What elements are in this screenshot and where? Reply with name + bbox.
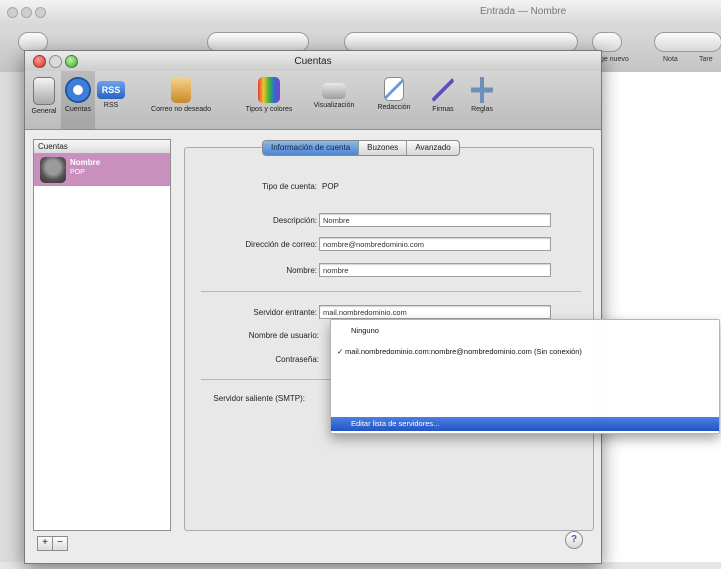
description-label: Descripción: bbox=[272, 216, 317, 225]
minimize-ghost-icon bbox=[21, 7, 32, 18]
switch-icon bbox=[33, 77, 55, 105]
tab-informacion-cuenta[interactable]: Información de cuenta bbox=[263, 141, 360, 155]
accounts-preferences-window: Cuentas General Cuentas RSS RSS Correo n… bbox=[24, 50, 602, 564]
rules-icon bbox=[471, 77, 493, 103]
todo-label: Tare bbox=[699, 56, 713, 63]
viewing-icon bbox=[322, 83, 346, 99]
tab-reglas[interactable]: Reglas bbox=[463, 71, 501, 129]
delete-junk-button[interactable] bbox=[207, 32, 309, 52]
user-name-label: Nombre de usuario: bbox=[248, 331, 319, 340]
signature-icon bbox=[432, 77, 454, 103]
accounts-list-header: Cuentas bbox=[34, 140, 170, 154]
menu-item-ninguno[interactable]: Ninguno bbox=[331, 324, 719, 338]
tab-tipos-colores[interactable]: Tipos y colores bbox=[235, 71, 303, 129]
tab-buzones[interactable]: Buzones bbox=[359, 141, 408, 155]
tab-firmas[interactable]: Firmas bbox=[423, 71, 463, 129]
message-list[interactable] bbox=[598, 72, 721, 562]
account-avatar bbox=[40, 157, 66, 183]
tab-redaccion[interactable]: Redacción bbox=[365, 71, 423, 129]
email-address-label: Dirección de correo: bbox=[245, 240, 317, 249]
get-mail-button[interactable] bbox=[18, 32, 48, 52]
account-type: POP bbox=[70, 169, 85, 176]
menu-item-editar-lista[interactable]: Editar lista de servidores... bbox=[331, 417, 719, 431]
account-name: Nombre bbox=[70, 158, 101, 167]
email-address-field[interactable]: nombre@nombredominio.com bbox=[319, 237, 551, 251]
tab-visualizacion[interactable]: Visualización bbox=[303, 71, 365, 129]
tab-cuentas[interactable]: Cuentas bbox=[61, 71, 95, 129]
menu-item-mail-server[interactable]: ✓ mail.nombredominio.com:nombre@nombredo… bbox=[331, 345, 719, 359]
zoom-ghost-icon bbox=[35, 7, 46, 18]
account-row-selected[interactable]: Nombre POP bbox=[34, 154, 170, 186]
add-account-button[interactable]: + bbox=[37, 536, 53, 551]
composing-icon bbox=[384, 77, 404, 101]
checkmark-icon: ✓ bbox=[337, 347, 344, 356]
junk-mail-icon bbox=[171, 77, 191, 103]
tab-avanzado[interactable]: Avanzado bbox=[407, 141, 458, 155]
tab-viewing-label: Visualización bbox=[313, 102, 355, 109]
menu-item-label: mail.nombredominio.com:nombre@nombredomi… bbox=[345, 347, 582, 356]
tab-composing-label: Redacción bbox=[377, 104, 411, 111]
at-sign-icon bbox=[65, 77, 91, 103]
tab-rss-label: RSS bbox=[103, 102, 119, 109]
prefs-toolbar: General Cuentas RSS RSS Correo no desead… bbox=[25, 71, 601, 130]
new-message-button[interactable] bbox=[592, 32, 622, 52]
tab-rss[interactable]: RSS RSS bbox=[95, 71, 127, 129]
account-type-label: Tipo de cuenta: bbox=[262, 182, 317, 191]
tab-cuentas-label: Cuentas bbox=[64, 106, 92, 113]
tab-general-label: General bbox=[31, 108, 57, 115]
tab-correo-no-deseado[interactable]: Correo no deseado bbox=[127, 71, 235, 129]
accounts-list[interactable]: Cuentas Nombre POP bbox=[33, 139, 171, 531]
new-message-label: ge nuevo bbox=[600, 56, 629, 63]
prefs-window-title: Cuentas bbox=[294, 56, 332, 67]
mailbox-sidebar bbox=[0, 72, 24, 562]
smtp-server-popup-menu: Ninguno ✓ mail.nombredominio.com:nombre@… bbox=[330, 319, 720, 434]
incoming-server-field[interactable]: mail.nombredominio.com bbox=[319, 305, 551, 319]
tab-signatures-label: Firmas bbox=[432, 106, 454, 113]
password-label: Contraseña: bbox=[275, 355, 319, 364]
note-todo-button-group[interactable] bbox=[654, 32, 721, 52]
full-name-field[interactable]: nombre bbox=[319, 263, 551, 277]
tab-rules-label: Reglas bbox=[471, 106, 493, 113]
help-button[interactable]: ? bbox=[565, 531, 583, 549]
fonts-colors-icon bbox=[258, 77, 280, 103]
tab-general[interactable]: General bbox=[27, 71, 61, 129]
main-window-title: Entrada — Nombre bbox=[480, 6, 567, 17]
tab-junk-label: Correo no deseado bbox=[151, 106, 211, 113]
account-type-value: POP bbox=[322, 182, 339, 191]
incoming-server-label: Servidor entrante: bbox=[253, 308, 317, 317]
outgoing-smtp-label: Servidor saliente (SMTP): bbox=[213, 394, 305, 403]
tab-fonts-label: Tipos y colores bbox=[245, 106, 293, 113]
menu-item-label: Ninguno bbox=[351, 326, 379, 335]
reply-forward-button-group[interactable] bbox=[344, 32, 578, 52]
menu-item-label: Editar lista de servidores... bbox=[351, 419, 440, 428]
close-ghost-icon bbox=[7, 7, 18, 18]
account-segmented-tabs: Información de cuenta Buzones Avanzado bbox=[262, 140, 460, 156]
description-field[interactable]: Nombre bbox=[319, 213, 551, 227]
remove-account-button[interactable]: − bbox=[52, 536, 68, 551]
section-divider bbox=[201, 291, 581, 292]
note-label: Nota bbox=[663, 56, 678, 63]
full-name-label: Nombre: bbox=[286, 266, 317, 275]
rss-icon: RSS bbox=[97, 81, 125, 99]
